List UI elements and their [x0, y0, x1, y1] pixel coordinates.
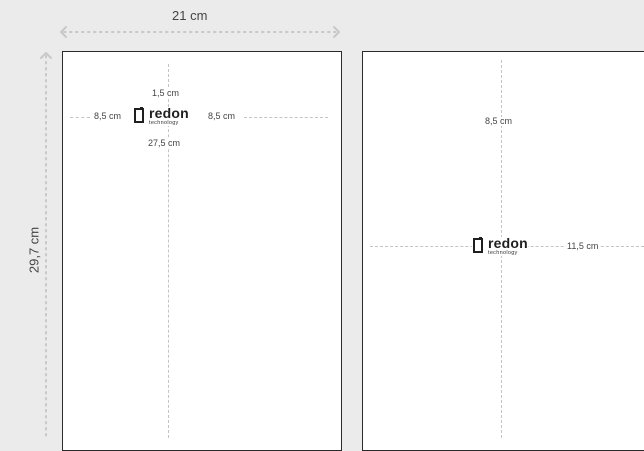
- left-bottom-margin-label: 27,5 cm: [147, 138, 182, 148]
- logo-tagline: technology: [149, 120, 179, 126]
- left-page-horizontal-guide-right: [244, 117, 328, 118]
- logo-name: redon: [149, 105, 189, 121]
- logo-name: redon: [488, 235, 528, 251]
- left-left-margin-label: 8,5 cm: [93, 111, 123, 121]
- right-top-margin-label: 8,5 cm: [484, 116, 514, 126]
- left-top-margin-label: 1,5 cm: [151, 88, 181, 98]
- height-dimension-arrow: [40, 52, 52, 437]
- left-page-horizontal-guide-left: [70, 117, 90, 118]
- right-redon-logo: redon technology: [472, 235, 528, 256]
- redon-mark-icon: [134, 107, 144, 123]
- width-dimension-label: 21 cm: [172, 8, 208, 23]
- left-redon-logo: redon technology: [133, 105, 189, 126]
- left-right-margin-label: 8,5 cm: [207, 111, 237, 121]
- logo-tagline: technology: [488, 250, 518, 256]
- redon-mark-icon: [473, 237, 483, 253]
- width-dimension-arrow: [60, 26, 340, 38]
- right-right-margin-label: 11,5 cm: [566, 241, 600, 251]
